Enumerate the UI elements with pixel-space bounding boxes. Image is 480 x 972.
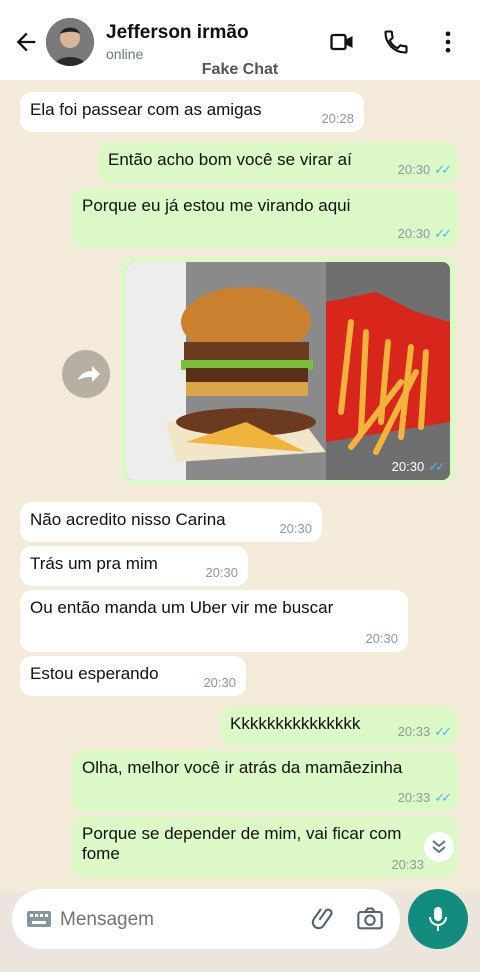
- message-text: Então acho bom você se virar aí: [108, 150, 352, 169]
- burger-photo[interactable]: [126, 262, 450, 480]
- read-ticks-icon: ✓✓: [434, 790, 452, 805]
- scroll-down-button[interactable]: [424, 832, 454, 862]
- message-bubble[interactable]: Porque eu já estou me virando aqui 20:30…: [72, 188, 458, 248]
- message-time: 20:28: [321, 111, 354, 126]
- microphone-icon: [429, 907, 447, 931]
- message-input-bar: [12, 889, 400, 949]
- message-bubble[interactable]: Olha, melhor você ir atrás da mamãezinha…: [72, 750, 458, 812]
- message-text: Ou então manda um Uber vir me buscar: [30, 598, 334, 617]
- message-text: Kkkkkkkkkkkkkkk: [230, 714, 361, 733]
- message-text: Porque se depender de mim, vai ficar com…: [82, 824, 402, 863]
- back-arrow-icon[interactable]: [12, 28, 40, 56]
- message-bubble[interactable]: Não acredito nisso Carina 20:30: [20, 502, 322, 542]
- message-time: 20:33: [391, 857, 424, 872]
- message-text: Ela foi passear com as amigas: [30, 100, 262, 119]
- message-time: 20:30: [397, 226, 431, 241]
- message-text: Trás um pra mim: [30, 554, 158, 573]
- forward-icon: [78, 366, 100, 382]
- message-time: 20:30: [279, 521, 312, 536]
- message-time: 20:30: [365, 631, 398, 646]
- read-ticks-icon: ✓✓: [428, 459, 446, 474]
- keyboard-icon[interactable]: [26, 907, 52, 931]
- double-chevron-down-icon: [432, 840, 446, 854]
- video-call-icon[interactable]: [328, 28, 356, 56]
- message-text: Não acredito nisso Carina: [30, 510, 226, 529]
- message-bubble[interactable]: Ela foi passear com as amigas 20:28: [20, 92, 364, 132]
- contact-name[interactable]: Jefferson irmão: [106, 22, 249, 44]
- message-text: Estou esperando: [30, 664, 159, 683]
- camera-icon[interactable]: [356, 905, 384, 933]
- message-bubble[interactable]: Trás um pra mim 20:30: [20, 546, 248, 586]
- read-ticks-icon: ✓✓: [434, 162, 452, 177]
- image-message[interactable]: 20:30 ✓✓: [120, 257, 456, 485]
- message-bubble[interactable]: Então acho bom você se virar aí 20:30 ✓✓: [98, 142, 458, 184]
- watermark-label: Fake Chat: [201, 61, 279, 78]
- message-bubble[interactable]: Ou então manda um Uber vir me buscar 20:…: [20, 590, 408, 652]
- forward-button[interactable]: [62, 350, 110, 398]
- more-options-icon[interactable]: [434, 28, 462, 56]
- message-input[interactable]: [58, 903, 302, 937]
- message-text: Porque eu já estou me virando aqui: [82, 196, 351, 215]
- message-time: 20:30: [397, 162, 431, 177]
- contact-status: online: [106, 46, 144, 62]
- message-time: 20:30: [203, 675, 236, 690]
- message-time: 20:33: [397, 724, 431, 739]
- message-time: 20:33: [397, 790, 431, 805]
- message-text: Olha, melhor você ir atrás da mamãezinha: [82, 758, 403, 777]
- avatar[interactable]: [46, 18, 94, 66]
- attach-clip-icon[interactable]: [310, 905, 338, 933]
- phone-call-icon[interactable]: [382, 28, 410, 56]
- message-time: 20:30: [391, 459, 425, 474]
- message-time: 20:30: [205, 565, 238, 580]
- read-ticks-icon: ✓✓: [434, 226, 452, 241]
- message-bubble[interactable]: Estou esperando 20:30: [20, 656, 246, 696]
- message-bubble[interactable]: Porque se depender de mim, vai ficar com…: [72, 816, 458, 878]
- read-ticks-icon: ✓✓: [434, 724, 452, 739]
- microphone-button[interactable]: [408, 889, 468, 949]
- message-bubble[interactable]: Kkkkkkkkkkkkkkk 20:33 ✓✓: [220, 706, 458, 746]
